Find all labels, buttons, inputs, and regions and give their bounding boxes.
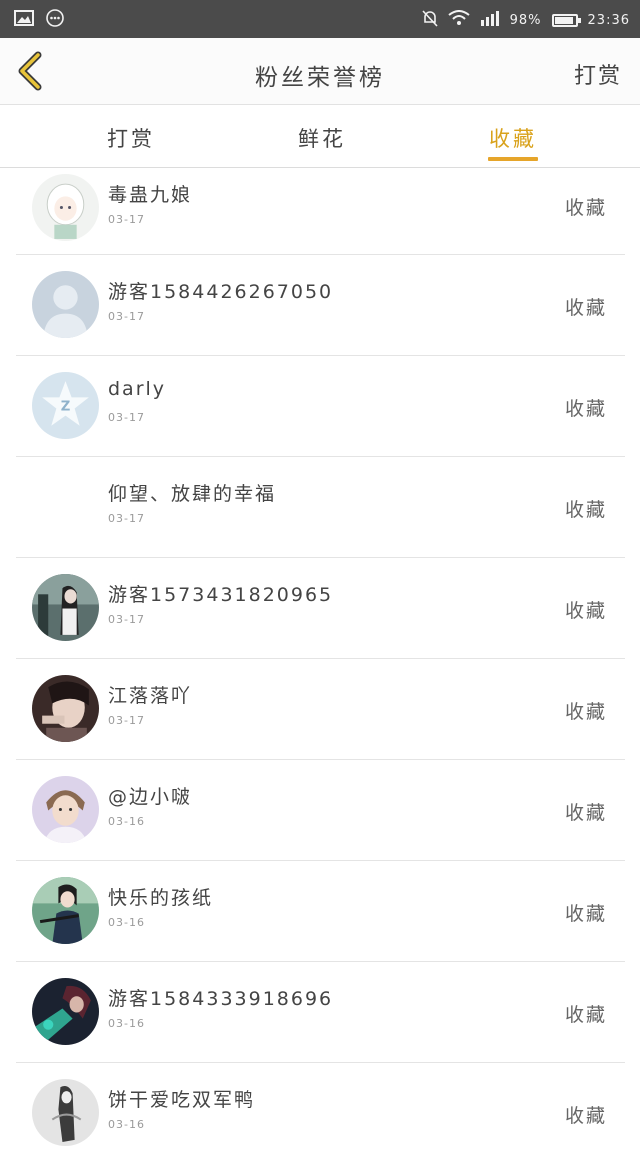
battery-percent: 98% <box>509 12 542 28</box>
list-item[interactable]: 江落落吖 03-17 收藏 <box>16 659 625 760</box>
date: 03-17 <box>108 213 145 226</box>
avatar: Z <box>32 372 99 439</box>
user-name: darly <box>108 378 167 400</box>
battery-icon <box>551 13 581 27</box>
avatar <box>32 473 99 540</box>
action-label: 收藏 <box>564 903 607 925</box>
image-icon <box>14 10 34 30</box>
action-label: 收藏 <box>564 802 607 824</box>
clock: 23:36 <box>587 12 630 28</box>
user-name: @边小啵 <box>108 786 193 808</box>
date: 03-16 <box>108 815 145 828</box>
user-name: 快乐的孩纸 <box>108 887 214 909</box>
action-label: 收藏 <box>564 1105 607 1127</box>
action-label: 收藏 <box>564 1004 607 1026</box>
date: 03-16 <box>108 1118 145 1131</box>
user-name: 游客1573431820965 <box>108 584 334 606</box>
list-item[interactable]: 毒蛊九娘 03-17 收藏 <box>16 168 625 255</box>
list-item[interactable]: 游客1584426267050 03-17 收藏 <box>16 255 625 356</box>
date: 03-17 <box>108 512 145 525</box>
user-name: 游客1584426267050 <box>108 281 334 303</box>
avatar <box>32 271 99 338</box>
status-left <box>14 9 64 31</box>
avatar <box>32 1079 99 1146</box>
wifi-icon <box>448 10 470 30</box>
date: 03-17 <box>108 411 145 424</box>
status-right: 98% 23:36 <box>422 9 630 31</box>
list-item[interactable]: 游客1584333918696 03-16 收藏 <box>16 962 625 1063</box>
list-item[interactable]: 饼干爱吃双军鸭 03-16 收藏 <box>16 1063 625 1163</box>
list-item[interactable]: 快乐的孩纸 03-16 收藏 <box>16 861 625 962</box>
avatar <box>32 978 99 1045</box>
action-label: 收藏 <box>564 297 607 319</box>
tab-favorites[interactable]: 收藏 <box>489 123 537 153</box>
action-label: 收藏 <box>564 197 607 219</box>
list-item[interactable]: Z darly 03-17 收藏 <box>16 356 625 457</box>
reward-button[interactable]: 打赏 <box>574 58 622 90</box>
user-name: 仰望、放肆的幸福 <box>108 483 277 505</box>
user-name: 游客1584333918696 <box>108 988 334 1010</box>
active-tab-indicator <box>488 157 538 161</box>
svg-text:Z: Z <box>61 400 71 415</box>
header-bar: 粉丝荣誉榜 打赏 <box>0 38 640 105</box>
avatar <box>32 574 99 641</box>
avatar <box>32 675 99 742</box>
mute-icon <box>422 9 438 31</box>
more-dots-icon <box>46 9 64 31</box>
action-label: 收藏 <box>564 499 607 521</box>
date: 03-17 <box>108 714 145 727</box>
action-label: 收藏 <box>564 600 607 622</box>
list-item[interactable]: 仰望、放肆的幸福 03-17 收藏 <box>16 457 625 558</box>
avatar <box>32 877 99 944</box>
action-label: 收藏 <box>564 701 607 723</box>
page-title: 粉丝荣誉榜 <box>255 65 385 91</box>
list-item[interactable]: @边小啵 03-16 收藏 <box>16 760 625 861</box>
status-bar: 98% 23:36 <box>0 0 640 38</box>
action-label: 收藏 <box>564 398 607 420</box>
list-item[interactable]: 游客1573431820965 03-17 收藏 <box>16 558 625 659</box>
fan-list: 毒蛊九娘 03-17 收藏 游客1584426267050 03-17 收藏 Z… <box>0 168 640 1163</box>
date: 03-17 <box>108 613 145 626</box>
user-name: 江落落吖 <box>108 685 193 707</box>
tab-flowers[interactable]: 鲜花 <box>298 123 346 153</box>
tab-reward[interactable]: 打赏 <box>107 123 155 153</box>
date: 03-17 <box>108 310 145 323</box>
tab-bar: 打赏 鲜花 收藏 <box>0 105 640 168</box>
date: 03-16 <box>108 1017 145 1030</box>
user-name: 毒蛊九娘 <box>108 184 193 206</box>
avatar <box>32 776 99 843</box>
date: 03-16 <box>108 916 145 929</box>
avatar <box>32 174 99 241</box>
user-name: 饼干爱吃双军鸭 <box>108 1089 256 1111</box>
signal-icon <box>480 10 500 30</box>
